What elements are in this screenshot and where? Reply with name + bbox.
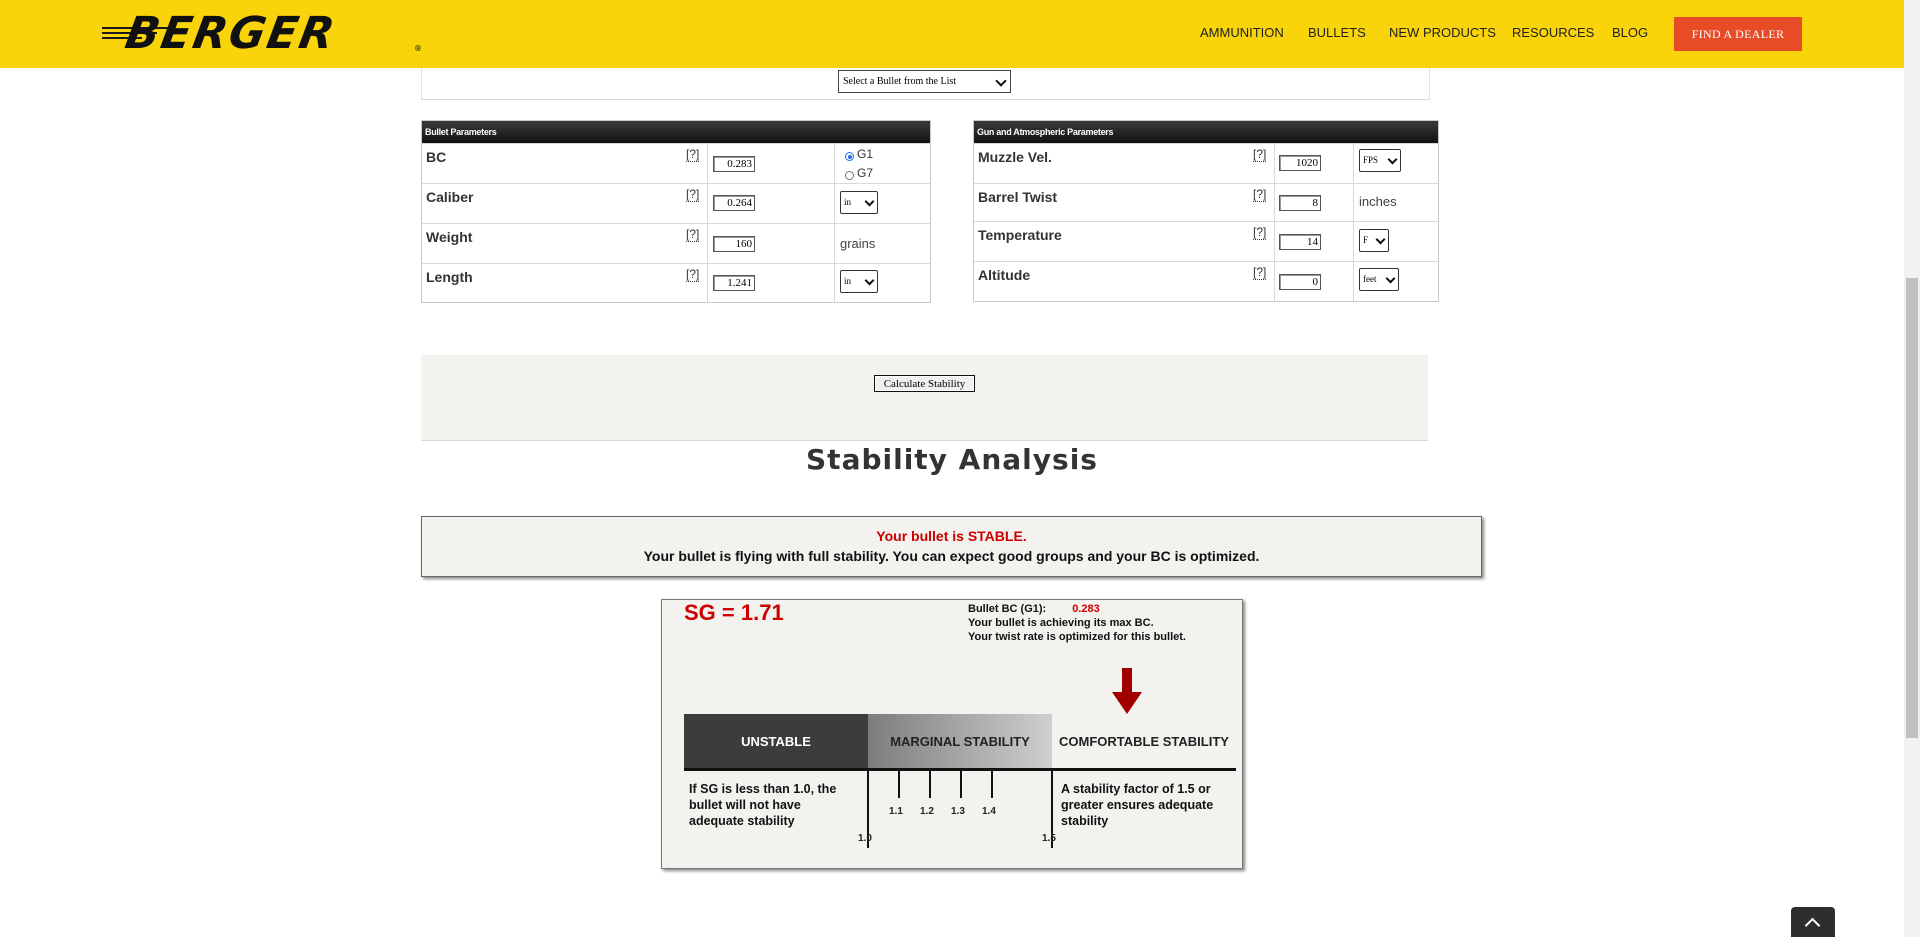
calculate-stability-button[interactable]: Calculate Stability <box>874 375 975 392</box>
table-row-length: Length [?] 1.241 in <box>422 263 930 303</box>
muzzle-vel-input[interactable]: 1020 <box>1279 155 1321 171</box>
berger-logo[interactable]: BERGER ® <box>102 8 422 59</box>
bc-info-line3: Your twist rate is optimized for this bu… <box>968 631 1186 643</box>
tick-label: 1.5 <box>1042 833 1056 844</box>
table-row-altitude: Altitude [?] 0 feet <box>974 261 1438 301</box>
tick-label: 1.2 <box>920 806 934 817</box>
result-status: Your bullet is STABLE. <box>876 528 1027 544</box>
back-to-top-button[interactable] <box>1791 907 1835 937</box>
logo-text: BERGER <box>121 8 341 59</box>
twist-unit: inches <box>1359 194 1397 209</box>
gun-parameters-title: Gun and Atmospheric Parameters <box>974 121 1438 143</box>
caliber-input[interactable]: 0.264 <box>713 195 755 211</box>
comfortable-band: COMFORTABLE STABILITY <box>1059 733 1229 749</box>
length-input[interactable]: 1.241 <box>713 275 755 291</box>
length-label: Length <box>426 269 473 285</box>
barrel-twist-label: Barrel Twist <box>978 189 1058 205</box>
stability-arrow-icon <box>1112 668 1142 714</box>
weight-unit: grains <box>840 236 876 251</box>
weight-input[interactable]: 160 <box>713 236 755 252</box>
scrollbar-thumb[interactable] <box>1906 278 1918 738</box>
chevron-up-icon <box>1804 917 1821 934</box>
length-unit-select[interactable]: in <box>840 270 878 293</box>
table-row-muzzle-vel: Muzzle Vel. [?] 1020 FPS <box>974 143 1438 183</box>
barrel-twist-input[interactable]: 8 <box>1279 195 1321 211</box>
bc-help-link[interactable]: [?] <box>686 148 700 162</box>
table-row-barrel-twist: Barrel Twist [?] 8 inches <box>974 183 1438 223</box>
chevron-down-icon <box>1387 154 1398 165</box>
result-message: Your bullet is flying with full stabilit… <box>643 548 1260 564</box>
velocity-unit-select[interactable]: FPS <box>1359 149 1401 172</box>
caliber-label: Caliber <box>426 189 474 205</box>
nav-ammunition[interactable]: AMMUNITION <box>1200 25 1284 40</box>
bc-input[interactable]: 0.283 <box>713 156 755 172</box>
chevron-down-icon <box>1385 273 1396 284</box>
tick-line-1-4 <box>991 768 993 798</box>
tick-line-1-3 <box>960 768 962 798</box>
tick-label: 1.3 <box>951 806 965 817</box>
gun-parameters-table: Gun and Atmospheric Parameters Muzzle Ve… <box>973 120 1439 302</box>
unstable-band: UNSTABLE <box>684 714 868 768</box>
altitude-unit-select[interactable]: feet <box>1359 268 1399 291</box>
altitude-label: Altitude <box>978 267 1031 283</box>
nav-bullets[interactable]: BULLETS <box>1308 25 1366 40</box>
bc-info-line2: Your bullet is achieving its max BC. <box>968 617 1154 629</box>
tick-label: 1.4 <box>982 806 996 817</box>
weight-label: Weight <box>426 229 473 245</box>
nav-new-products[interactable]: NEW PRODUCTS <box>1389 25 1496 40</box>
bc-label: BC <box>426 149 447 165</box>
altitude-help-link[interactable]: [?] <box>1253 266 1267 280</box>
stability-analysis-title: Stability Analysis <box>806 443 1098 476</box>
chevron-down-icon <box>995 75 1007 87</box>
muzzle-vel-label: Muzzle Vel. <box>978 149 1052 165</box>
chevron-down-icon <box>1375 234 1386 245</box>
sg-value: SG = 1.71 <box>684 600 784 625</box>
marginal-band: MARGINAL STABILITY <box>868 714 1052 768</box>
muzzle-vel-help-link[interactable]: [?] <box>1253 148 1267 162</box>
bullet-parameters-table: Bullet Parameters BC [?] 0.283 G1 G7 Cali… <box>421 120 931 303</box>
comfortable-note: A stability factor of 1.5 or greater ens… <box>1061 782 1214 828</box>
chevron-down-icon <box>864 275 875 286</box>
bc-info: Bullet BC (G1): 0.283 Your bullet is achi… <box>968 602 1186 644</box>
nav-resources[interactable]: RESOURCES <box>1512 25 1594 40</box>
stability-chart: SG = 1.71 Bullet BC (G1): 0.283 Your bull… <box>661 599 1243 869</box>
length-help-link[interactable]: [?] <box>686 268 700 282</box>
temperature-help-link[interactable]: [?] <box>1253 226 1267 240</box>
result-box: Your bullet is STABLE. Your bullet is fl… <box>421 516 1482 577</box>
g7-label: G7 <box>857 166 874 180</box>
site-header: BERGER ® AMMUNITION BULLETS NEW PRODUCTS… <box>0 0 1904 68</box>
weight-help-link[interactable]: [?] <box>686 228 700 242</box>
barrel-twist-help-link[interactable]: [?] <box>1253 188 1267 202</box>
bullet-parameters-title: Bullet Parameters <box>422 121 930 143</box>
temperature-unit-select[interactable]: F <box>1359 229 1389 252</box>
find-dealer-button[interactable]: FIND A DEALER <box>1674 17 1802 51</box>
g1-label: G1 <box>857 147 874 161</box>
unstable-note: If SG is less than 1.0, the bullet will … <box>689 782 837 828</box>
tick-line-1-1 <box>898 768 900 798</box>
tick-label: 1.0 <box>858 833 872 844</box>
table-row-weight: Weight [?] 160 grains <box>422 223 930 263</box>
g7-radio[interactable] <box>845 171 854 180</box>
bc-info-label: Bullet BC (G1): <box>968 603 1047 615</box>
table-row-temperature: Temperature [?] 14 F <box>974 221 1438 261</box>
bullet-select[interactable]: Select a Bullet from the List <box>838 70 1011 93</box>
chevron-down-icon <box>864 196 875 207</box>
calculate-panel <box>421 355 1428 441</box>
table-row-caliber: Caliber [?] 0.264 in <box>422 183 930 223</box>
nav-blog[interactable]: BLOG <box>1612 25 1648 40</box>
caliber-unit-select[interactable]: in <box>840 191 878 214</box>
caliber-help-link[interactable]: [?] <box>686 188 700 202</box>
tick-line-1-2 <box>929 768 931 798</box>
tick-label: 1.1 <box>889 806 903 817</box>
bc-info-value: 0.283 <box>1072 603 1100 615</box>
bullet-select-value: Select a Bullet from the List <box>843 76 957 87</box>
temperature-input[interactable]: 14 <box>1279 234 1321 250</box>
altitude-input[interactable]: 0 <box>1279 274 1321 290</box>
table-row-bc: BC [?] 0.283 G1 G7 <box>422 143 930 183</box>
g1-radio[interactable] <box>845 152 854 161</box>
temperature-label: Temperature <box>978 227 1062 243</box>
page-scrollbar[interactable] <box>1904 0 1920 937</box>
